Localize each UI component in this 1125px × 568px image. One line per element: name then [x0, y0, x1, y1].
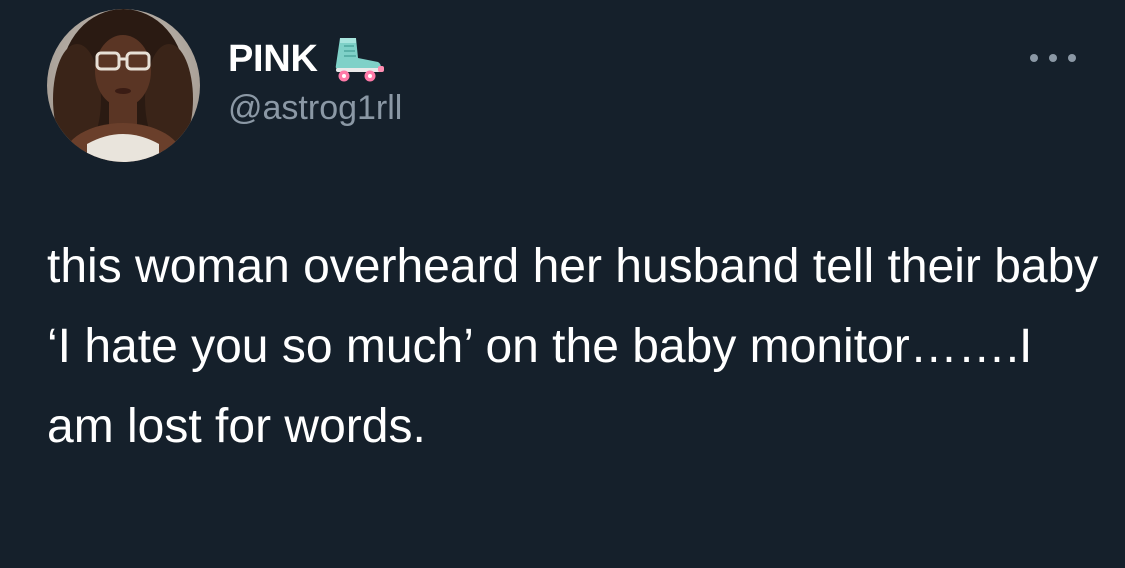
avatar[interactable] — [47, 9, 200, 162]
more-dot — [1068, 54, 1076, 62]
tweet-header: PINK @astrog1rll — [228, 34, 402, 134]
more-dot — [1049, 54, 1057, 62]
profile-photo-icon — [47, 9, 200, 162]
more-options-icon[interactable] — [1030, 44, 1076, 72]
user-handle[interactable]: @astrog1rll — [228, 86, 402, 130]
tweet-card: PINK @astrog1rll this woman overheard he… — [0, 0, 1125, 568]
display-name[interactable]: PINK — [228, 34, 318, 84]
roller-skate-icon — [335, 38, 384, 82]
more-dot — [1030, 54, 1038, 62]
tweet-text: this woman overheard her husband tell th… — [47, 240, 1099, 453]
name-row: PINK — [228, 34, 402, 84]
